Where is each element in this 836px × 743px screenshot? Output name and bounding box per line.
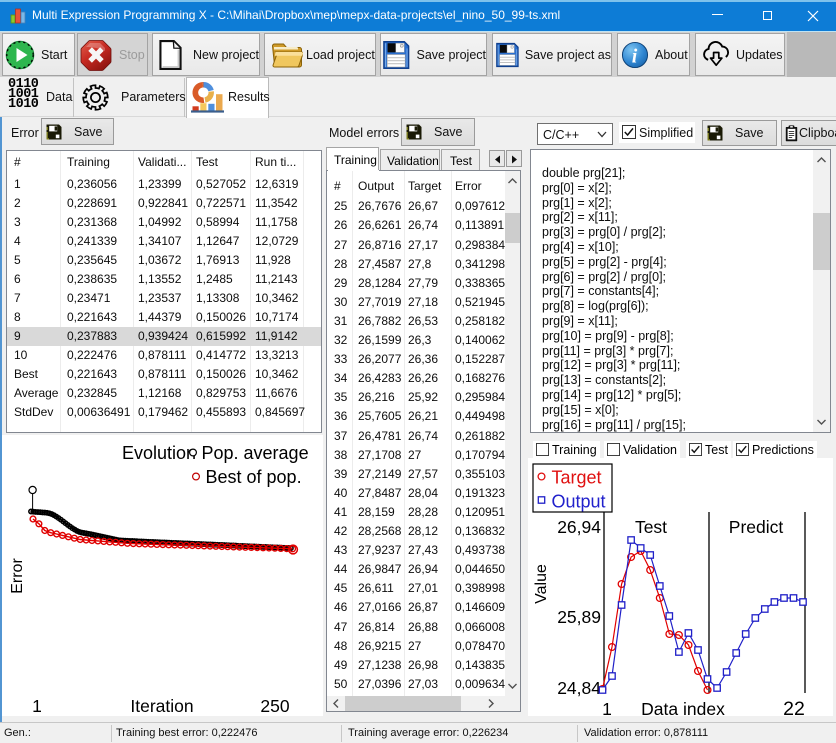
svg-text:i: i xyxy=(632,45,638,67)
svg-text:Best of pop.: Best of pop. xyxy=(206,467,302,487)
svg-text:Value: Value xyxy=(533,564,550,604)
svg-text:Evolution: Evolution xyxy=(122,443,196,463)
svg-text:Predict: Predict xyxy=(729,517,784,537)
svg-text:Pop. average: Pop. average xyxy=(202,443,309,463)
svg-text:24,84: 24,84 xyxy=(557,678,601,698)
svg-text:Test: Test xyxy=(635,517,667,537)
svg-text:Data index: Data index xyxy=(641,699,725,716)
svg-text:1: 1 xyxy=(32,696,42,716)
svg-text:25,89: 25,89 xyxy=(557,607,601,627)
svg-text:Target: Target xyxy=(552,468,602,488)
svg-text:250: 250 xyxy=(260,696,289,716)
svg-text:Output: Output xyxy=(552,492,606,512)
svg-text:1: 1 xyxy=(602,699,612,716)
svg-text:Error: Error xyxy=(9,558,26,594)
svg-text:22: 22 xyxy=(783,698,805,716)
svg-text:Iteration: Iteration xyxy=(130,696,193,716)
svg-text:26,94: 26,94 xyxy=(557,517,601,537)
